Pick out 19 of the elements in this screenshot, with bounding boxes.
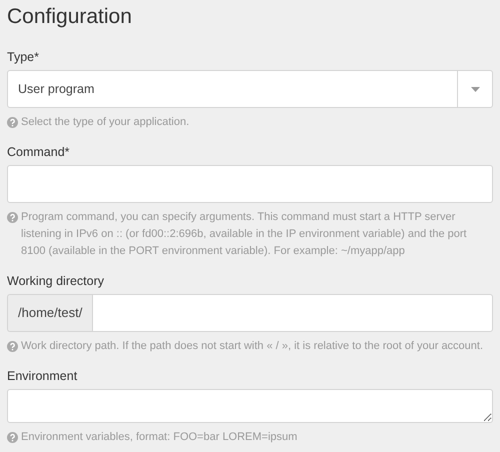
field-label: Type* <box>7 49 40 66</box>
help-icon <box>7 341 18 352</box>
help-icon <box>7 212 18 223</box>
help-icon <box>7 432 18 443</box>
directory-field[interactable] <box>92 294 493 332</box>
help-text: Select the type of your application. <box>21 115 190 130</box>
field-label: Working directory <box>7 273 106 290</box>
command-field[interactable] <box>7 165 493 203</box>
environment-field[interactable] <box>7 389 493 423</box>
help-text: Work directory path. If the path does not start with « / », it is relative to the root of your account. <box>21 339 484 354</box>
caret-icon <box>470 86 480 92</box>
help-text: Environment variables, format: FOO=bar LOREM=ipsum <box>21 430 298 445</box>
help-text: Program command, you can specify arguments. This command must start a HTTP server listening in IPv6 on :: (or fd00::2:696b, available in the IP environment variable) and the port 8100 (available in the PORT environment variable). For example: ~/myapp/app <box>21 210 468 259</box>
help-icon <box>7 117 18 128</box>
path-prefix: /home/test/ <box>7 294 92 332</box>
field-label: Command* <box>7 144 71 161</box>
field-label: Environment <box>7 368 78 385</box>
type-select[interactable]: User program <box>7 70 493 108</box>
page-title: Configuration <box>7 4 133 30</box>
